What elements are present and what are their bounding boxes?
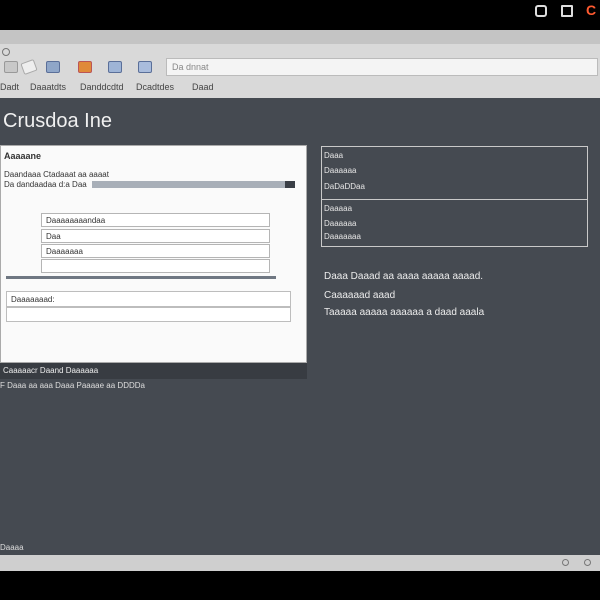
info-box-1-line-3: DaDaDDaa — [324, 182, 365, 191]
menu-item-5[interactable]: Daad — [192, 82, 214, 92]
layout-icon[interactable] — [138, 61, 152, 73]
divider — [6, 276, 276, 279]
grid-icon[interactable] — [46, 61, 60, 73]
field-2[interactable]: Daa — [41, 229, 270, 243]
info-text-1: Daaa Daaad aa aaaa aaaaa aaaad. — [324, 271, 484, 282]
app-c-icon[interactable]: C — [586, 3, 596, 17]
info-box-2-line-3: Daaaaaaa — [324, 232, 361, 241]
dot-icon — [2, 48, 10, 56]
status-dot-icon[interactable] — [562, 559, 569, 566]
info-box-1 — [321, 146, 588, 200]
field-3[interactable]: Daaaaaaa — [41, 244, 270, 258]
info-box-2-line-2: Daaaaaa — [324, 219, 357, 228]
status-dot-icon-2[interactable] — [584, 559, 591, 566]
panel-note: F Daaa aa aaa Daaa Paaaae aa DDDDa — [0, 381, 145, 390]
status-text: Daaaa — [0, 543, 24, 552]
info-text-2: Caaaaaad aaad — [324, 290, 396, 301]
info-box-2 — [321, 199, 588, 247]
info-text-3: Taaaaa aaaaa aaaaaa a daad aaala — [324, 307, 485, 318]
status-bar — [0, 555, 600, 571]
panel-header: Aaaaane — [4, 151, 42, 161]
menu-item-2[interactable]: Daaatdts — [30, 82, 66, 92]
field-1[interactable]: Daaaaaaaandaa — [41, 213, 270, 227]
info-box-2-line-1: Daaaaa — [324, 204, 353, 213]
menu-item-4[interactable]: Dcadtdes — [136, 82, 174, 92]
field-4[interactable] — [41, 259, 270, 273]
bottom-bar — [0, 571, 600, 600]
address-bar[interactable]: Da dnnat — [166, 58, 598, 76]
info-box-1-line-2: Daaaaaa — [324, 166, 357, 175]
page-title: Crusdoa Ine — [3, 110, 112, 132]
panel-footer: Caaaaacr Daand Daaaaaa — [0, 363, 307, 379]
window-icon[interactable] — [535, 5, 547, 17]
image-icon[interactable] — [108, 61, 122, 73]
title-strip — [0, 30, 600, 44]
reload-icon[interactable] — [4, 61, 18, 73]
progress-fill — [285, 181, 295, 188]
panel-row-1: Daandaaa Ctadaaat aa aaaat — [4, 170, 109, 179]
info-box-1-line-1: Daaa — [324, 151, 344, 160]
flag-icon[interactable] — [78, 61, 92, 73]
menu-item-3[interactable]: Danddcdtd — [80, 82, 124, 92]
menu-icon[interactable] — [561, 5, 573, 17]
comment-label: Daaaaaaad: — [6, 291, 291, 307]
system-bar — [0, 0, 600, 30]
progress-bar — [92, 181, 295, 188]
panel-row-2: Da dandaadaa d:a Daa — [4, 180, 87, 189]
menu-item-1[interactable]: Dadt — [0, 82, 19, 92]
comment-input[interactable] — [6, 307, 291, 322]
